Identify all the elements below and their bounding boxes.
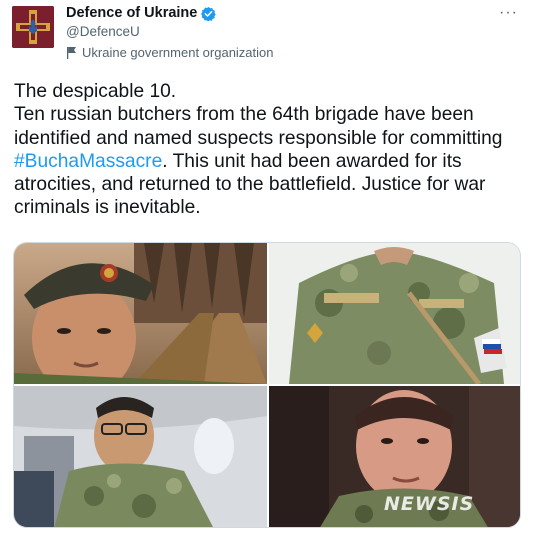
photo-soldier-beret[interactable] [14,243,267,384]
tweet-body-start: Ten russian butchers from the 64th briga… [14,104,503,149]
photo-soldier-airplane-image [14,386,267,527]
photo-soldier-beret-image [14,243,267,384]
avatar[interactable] [12,6,54,48]
account-name[interactable]: Defence of Ukraine [66,5,217,21]
newsis-watermark: NEWSIS [384,493,475,515]
org-label: Ukraine government organization [82,45,274,60]
verified-badge-icon [201,6,217,21]
photo-soldier-airplane[interactable] [14,386,267,527]
tweet-text: The despicable 10. Ten russian butchers … [14,80,524,220]
tweet-line-title: The despicable 10. [14,81,177,102]
photo-uniform-patches[interactable] [269,243,520,384]
more-options-button[interactable]: ··· [499,4,518,22]
account-handle[interactable]: @DefenceU [66,24,140,39]
org-affiliation: Ukraine government organization [66,45,274,60]
coat-of-arms-icon [12,6,54,48]
account-name-text[interactable]: Defence of Ukraine [66,5,197,21]
hashtag-link[interactable]: #BuchaMassacre [14,151,162,172]
media-grid: NEWSIS [13,242,521,528]
flag-icon [67,47,76,59]
tweet-body: Ten russian butchers from the 64th briga… [14,103,524,219]
photo-uniform-patches-image [269,243,520,384]
